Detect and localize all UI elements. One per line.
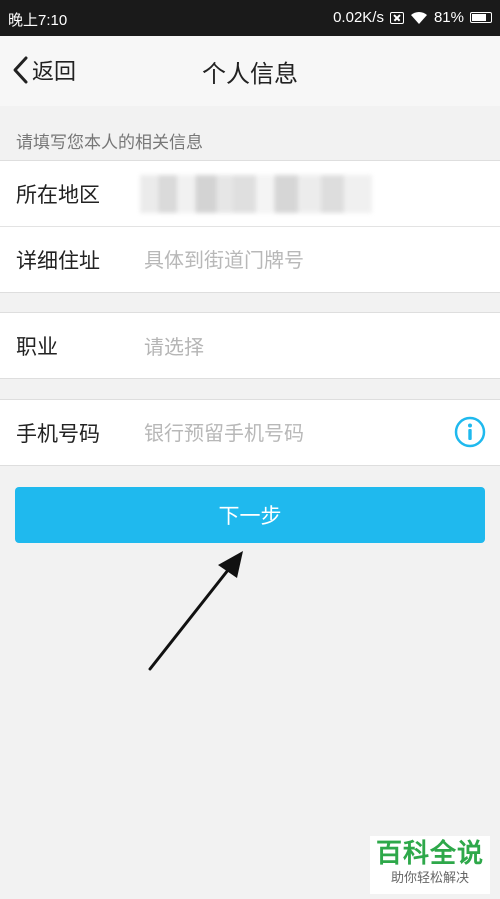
battery-fill <box>472 14 486 21</box>
annotation-arrow-icon <box>148 551 243 671</box>
address-row: 详细住址 <box>0 226 500 292</box>
occupation-label: 职业 <box>16 334 58 359</box>
battery-icon <box>470 12 492 23</box>
occupation-group: 职业 请选择 <box>0 312 500 379</box>
wifi-icon <box>410 11 427 24</box>
next-step-button[interactable]: 下一步 <box>15 487 485 543</box>
region-row[interactable]: 所在地区 <box>0 161 500 226</box>
nav-bar: 返回 个人信息 <box>0 36 500 106</box>
address-label: 详细住址 <box>16 248 100 273</box>
status-indicators: 0.02K/s 81% <box>333 9 492 26</box>
page-title: 个人信息 <box>202 60 298 88</box>
region-label: 所在地区 <box>16 182 100 207</box>
address-input[interactable] <box>144 247 444 272</box>
info-icon[interactable] <box>454 416 486 448</box>
status-time: 晚上7:10 <box>8 12 68 29</box>
watermark-subtitle: 助你轻松解决 <box>390 871 469 886</box>
watermark-title: 百科全说 <box>375 839 484 869</box>
phone-row: 手机号码 <box>0 400 500 465</box>
occupation-placeholder: 请选择 <box>144 335 204 359</box>
occupation-row[interactable]: 职业 请选择 <box>0 313 500 378</box>
status-bar: 晚上7:10 0.02K/s 81% <box>0 0 500 36</box>
phone-input[interactable] <box>144 420 444 445</box>
watermark-logo: 百科全说 助你轻松解决 <box>370 836 490 894</box>
address-group: 所在地区 详细住址 <box>0 160 500 293</box>
phone-label: 手机号码 <box>16 421 100 446</box>
no-sim-icon <box>389 11 404 24</box>
form-hint: 请填写您本人的相关信息 <box>16 133 203 153</box>
battery-percent: 81% <box>433 9 464 26</box>
region-value-blurred <box>140 175 372 213</box>
phone-group: 手机号码 <box>0 399 500 466</box>
network-speed: 0.02K/s <box>333 9 384 26</box>
